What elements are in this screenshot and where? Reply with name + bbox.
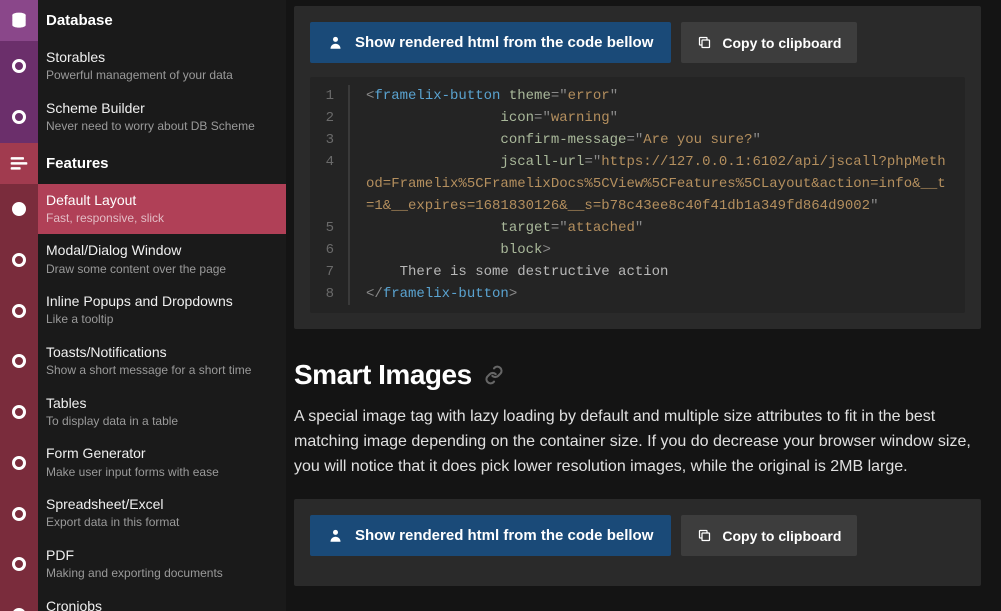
- copy-clipboard-label: Copy to clipboard: [722, 35, 841, 51]
- sidebar-item[interactable]: Modal/Dialog Window Draw some content ove…: [0, 234, 286, 285]
- bullet-icon: [0, 285, 38, 336]
- sidebar-item-desc: To display data in a table: [46, 414, 278, 430]
- code-line-5: target="attached": [350, 217, 965, 239]
- copy-clipboard-label: Copy to clipboard: [722, 528, 841, 544]
- sidebar-item-text: Spreadsheet/Excel Export data in this for…: [38, 488, 286, 539]
- sidebar-item-desc: Making and exporting documents: [46, 566, 278, 582]
- line-number: 2: [310, 107, 350, 129]
- sidebar-section-database[interactable]: Database: [0, 0, 286, 41]
- sidebar-item-text: Inline Popups and Dropdowns Like a toolti…: [38, 285, 286, 336]
- sidebar-item-title: Storables: [46, 48, 278, 66]
- bullet-icon: [0, 336, 38, 387]
- panel-toolbar: Show rendered html from the code bellow …: [310, 22, 965, 63]
- show-rendered-label: Show rendered html from the code bellow: [355, 34, 653, 51]
- sidebar-item-desc: Never need to worry about DB Scheme: [46, 119, 278, 135]
- sidebar-item-title: Cronjobs: [46, 597, 278, 611]
- link-icon[interactable]: [484, 365, 504, 385]
- copy-icon: [697, 35, 712, 50]
- sidebar-item-text: Toasts/Notifications Show a short message…: [38, 336, 286, 387]
- code-line-3: confirm-message="Are you sure?": [350, 129, 965, 151]
- panel-toolbar: Show rendered html from the code bellow …: [310, 515, 965, 556]
- sidebar-item[interactable]: Spreadsheet/Excel Export data in this for…: [0, 488, 286, 539]
- sidebar-item-text: Form Generator Make user input forms with…: [38, 437, 286, 488]
- sidebar-item-title: Spreadsheet/Excel: [46, 495, 278, 513]
- heading-text: Smart Images: [294, 359, 472, 391]
- sidebar-item[interactable]: Tables To display data in a table: [0, 387, 286, 438]
- sidebar-item-desc: Draw some content over the page: [46, 262, 278, 278]
- line-number: 6: [310, 239, 350, 261]
- bullet-icon: [0, 539, 38, 590]
- sidebar-item[interactable]: Scheme Builder Never need to worry about …: [0, 92, 286, 143]
- sidebar-item-title: Toasts/Notifications: [46, 343, 278, 361]
- sidebar-item[interactable]: CronjobsSchedule jobs for automatic exec…: [0, 590, 286, 611]
- bullet-icon: [0, 92, 38, 143]
- bullet-icon: [0, 184, 38, 235]
- sidebar-item[interactable]: PDF Making and exporting documents: [0, 539, 286, 590]
- sidebar-item-title: Scheme Builder: [46, 99, 278, 117]
- line-number: 7: [310, 261, 350, 283]
- bullet-icon: [0, 488, 38, 539]
- sidebar-item-title: Modal/Dialog Window: [46, 241, 278, 259]
- sidebar-item-desc: Show a short message for a short time: [46, 363, 278, 379]
- database-icon: [0, 0, 38, 41]
- user-icon: [328, 527, 343, 544]
- sidebar-item-title: Form Generator: [46, 444, 278, 462]
- line-number: 8: [310, 283, 350, 305]
- line-number: 1: [310, 85, 350, 107]
- code-line-7: There is some destructive action: [350, 261, 965, 283]
- sidebar-item-text: Storables Powerful management of your dat…: [38, 41, 286, 92]
- bullet-icon: [0, 590, 38, 611]
- code-line-6: block>: [350, 239, 965, 261]
- sidebar-item-desc: Make user input forms with ease: [46, 465, 278, 481]
- sidebar-section-features[interactable]: Features: [0, 143, 286, 184]
- copy-clipboard-button[interactable]: Copy to clipboard: [681, 515, 857, 556]
- sidebar-section-label: Features: [38, 143, 286, 184]
- bullet-icon: [0, 437, 38, 488]
- section-paragraph: A special image tag with lazy loading by…: [294, 405, 981, 479]
- code-panel-1: Show rendered html from the code bellow …: [294, 6, 981, 329]
- sidebar-item-text: Default Layout Fast, responsive, slick: [38, 184, 286, 235]
- show-rendered-button[interactable]: Show rendered html from the code bellow: [310, 515, 671, 556]
- sidebar-item-title: Inline Popups and Dropdowns: [46, 292, 278, 310]
- sidebar-item[interactable]: Storables Powerful management of your dat…: [0, 41, 286, 92]
- sidebar-section-label: Database: [38, 0, 286, 41]
- features-icon: [0, 143, 38, 184]
- code-line-8: </framelix-button>: [350, 283, 965, 305]
- sidebar-item-title: PDF: [46, 546, 278, 564]
- main-content: Show rendered html from the code bellow …: [286, 0, 1001, 611]
- show-rendered-label: Show rendered html from the code bellow: [355, 527, 653, 544]
- code-panel-2: Show rendered html from the code bellow …: [294, 499, 981, 586]
- bullet-icon: [0, 234, 38, 285]
- section-heading-smart-images: Smart Images: [294, 359, 981, 391]
- code-line-1: <framelix-button theme="error": [350, 85, 965, 107]
- sidebar-item-text: Modal/Dialog Window Draw some content ove…: [38, 234, 286, 285]
- copy-clipboard-button[interactable]: Copy to clipboard: [681, 22, 857, 63]
- show-rendered-button[interactable]: Show rendered html from the code bellow: [310, 22, 671, 63]
- sidebar-item[interactable]: Toasts/Notifications Show a short message…: [0, 336, 286, 387]
- user-icon: [328, 34, 343, 51]
- sidebar-item[interactable]: Inline Popups and Dropdowns Like a toolti…: [0, 285, 286, 336]
- sidebar-item-text: PDF Making and exporting documents: [38, 539, 286, 590]
- sidebar-item-text: Scheme Builder Never need to worry about …: [38, 92, 286, 143]
- code-block: 1<framelix-button theme="error" 2 icon="…: [310, 77, 965, 313]
- sidebar-item[interactable]: Default Layout Fast, responsive, slick: [0, 184, 286, 235]
- copy-icon: [697, 528, 712, 543]
- sidebar-item-text: CronjobsSchedule jobs for automatic exec…: [38, 590, 286, 611]
- sidebar-item-desc: Export data in this format: [46, 515, 278, 531]
- sidebar-item-text: Tables To display data in a table: [38, 387, 286, 438]
- bullet-icon: [0, 41, 38, 92]
- code-line-4: jscall-url="https://127.0.0.1:6102/api/j…: [350, 151, 965, 217]
- sidebar-item-title: Default Layout: [46, 191, 278, 209]
- bullet-icon: [0, 387, 38, 438]
- code-line-2: icon="warning": [350, 107, 965, 129]
- sidebar-item[interactable]: Form Generator Make user input forms with…: [0, 437, 286, 488]
- sidebar: Database Storables Powerful management of …: [0, 0, 286, 611]
- sidebar-item-desc: Like a tooltip: [46, 312, 278, 328]
- sidebar-item-desc: Fast, responsive, slick: [46, 211, 278, 227]
- line-number: 4: [310, 151, 350, 217]
- sidebar-item-title: Tables: [46, 394, 278, 412]
- sidebar-item-desc: Powerful management of your data: [46, 68, 278, 84]
- line-number: 5: [310, 217, 350, 239]
- line-number: 3: [310, 129, 350, 151]
